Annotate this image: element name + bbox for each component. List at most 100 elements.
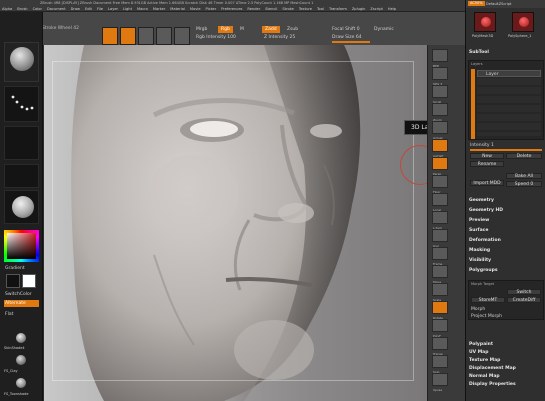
material-slot[interactable]: [4, 190, 39, 224]
material-name-1: SkinShade4: [4, 346, 25, 350]
store-mt-button[interactable]: StoreMT: [471, 297, 505, 303]
bake-all-button[interactable]: Bake All: [506, 173, 542, 179]
shelf-button-move[interactable]: Move: [432, 265, 448, 284]
shelf-button-local[interactable]: Local: [432, 193, 448, 212]
shelf-button-rotate[interactable]: Rotate: [432, 301, 448, 320]
m-button[interactable]: M: [240, 27, 244, 32]
zsub-button[interactable]: Zsub: [287, 27, 298, 32]
secondary-color-swatch[interactable]: [22, 274, 36, 288]
section-deformation[interactable]: Deformation: [469, 238, 501, 243]
shelf-button-transp[interactable]: Transp: [432, 337, 448, 356]
material-sphere-icon: [12, 196, 34, 218]
default-zscript-button[interactable]: DefaultZScript: [486, 2, 511, 7]
section-visibility[interactable]: Visibility: [469, 258, 491, 263]
zadd-button[interactable]: Zadd: [262, 26, 280, 33]
material-thumb-1[interactable]: [16, 333, 26, 343]
left-tray: Gradient SwitchColor Alternate Flat Skin…: [0, 12, 43, 401]
canvas-viewport[interactable]: [44, 45, 427, 401]
rgb-intensity-slider[interactable]: Rgb Intensity 100: [196, 35, 236, 40]
layer-orange-bar: [471, 69, 475, 139]
brush-slot[interactable]: [4, 42, 39, 82]
mrgb-button[interactable]: Mrgb: [196, 27, 207, 32]
speed-slider[interactable]: Speed 0: [506, 181, 542, 187]
shelf-button-gyz[interactable]: Gyz: [432, 229, 448, 248]
alternate-button[interactable]: Alternate: [4, 300, 39, 307]
layer-new-button[interactable]: New: [470, 153, 504, 159]
draw-size-slider[interactable]: Draw Size 64: [332, 35, 362, 40]
rotate-button[interactable]: [174, 27, 190, 45]
material-name-3: FS_Toonshade: [4, 392, 29, 396]
create-diff-button[interactable]: CreateDiff: [507, 297, 541, 303]
section-displacement-map[interactable]: Displacement Map: [469, 366, 516, 371]
shelf-button-l-sym[interactable]: L.Sym: [432, 211, 448, 230]
switch-button[interactable]: Switch: [507, 289, 541, 295]
stroke-dots-icon: [11, 95, 34, 111]
material-thumb-2[interactable]: [16, 355, 26, 365]
section-polygroups[interactable]: Polygroups: [469, 268, 498, 273]
tool-thumb-1[interactable]: [474, 12, 496, 32]
material-swatches: SkinShade4 FS_Clay FS_Toonshade: [4, 330, 39, 397]
brush-sphere-icon: [10, 47, 34, 71]
alpha-slot[interactable]: [4, 126, 39, 160]
shelf-button-aahalf[interactable]: AAHalf: [432, 139, 448, 158]
scale-button[interactable]: [156, 27, 172, 45]
shelf-button-actual[interactable]: Actual: [432, 121, 448, 140]
layer-rename-button[interactable]: Rename: [470, 161, 504, 167]
draw-size-fill: [332, 41, 370, 43]
import-mdd-button[interactable]: Import MDD: [470, 180, 504, 186]
z-intensity-slider[interactable]: Z Intensity 25: [264, 35, 295, 40]
section-preview[interactable]: Preview: [469, 218, 489, 223]
section-normal-map[interactable]: Normal Map: [469, 374, 500, 379]
edit-button[interactable]: [102, 27, 118, 45]
shelf-button-spix-3[interactable]: SPix 3: [432, 67, 448, 86]
tool-palette: AC50% DefaultZScript PolyMesh3D PolySphe…: [465, 0, 545, 401]
focal-shift-slider[interactable]: Focal Shift 0: [332, 27, 360, 32]
morph-target-panel: Morph Target Switch StoreMT CreateDiff M…: [468, 280, 544, 320]
section-display-properties[interactable]: Display Properties: [469, 382, 516, 387]
shelf-button-bpr[interactable]: BPR: [432, 49, 448, 68]
section-polypaint[interactable]: Polypaint: [469, 342, 493, 347]
layer-item-active[interactable]: Layer: [477, 70, 541, 77]
shelf-button-frame[interactable]: Frame: [432, 247, 448, 266]
rgb-button[interactable]: Rgb: [218, 26, 233, 33]
menu-bar: ZBrush 4R8 [DISPLAY] ZBrush Document Fre…: [0, 0, 545, 12]
move-button[interactable]: [138, 27, 154, 45]
section-masking[interactable]: Masking: [469, 248, 490, 253]
morph-slider[interactable]: Morph: [471, 307, 485, 312]
layer-intensity-slider[interactable]: Intensity 1: [470, 143, 494, 148]
shelf-button-xpose[interactable]: Xpose: [432, 373, 448, 392]
layer-delete-button[interactable]: Delete: [506, 153, 542, 159]
shelf-button-zoom[interactable]: Zoom: [432, 103, 448, 122]
project-morph-slider[interactable]: Project Morph: [471, 314, 502, 319]
section-geometry-hd[interactable]: Geometry HD: [469, 208, 503, 213]
dynamic-button[interactable]: Dynamic: [374, 27, 394, 32]
texture-slot[interactable]: [4, 164, 39, 188]
layer-item-name: Layer: [486, 72, 499, 77]
stroke-hint: Stroke Wheel 42: [42, 26, 80, 31]
section-uv-map[interactable]: UV Map: [469, 350, 488, 355]
section-surface[interactable]: Surface: [469, 228, 488, 233]
flat-label: Flat: [5, 312, 14, 317]
section-texture-map[interactable]: Texture Map: [469, 358, 500, 363]
layer-list-empty: [477, 78, 541, 136]
tool-thumb-2[interactable]: [512, 12, 534, 32]
color-picker[interactable]: [4, 230, 39, 262]
shelf-button-floor[interactable]: Floor: [432, 175, 448, 194]
switch-color-button[interactable]: SwitchColor: [5, 292, 32, 297]
gradient-label: Gradient: [5, 266, 25, 271]
shelf-button-polyf[interactable]: PolyF: [432, 319, 448, 338]
ac-button[interactable]: AC50%: [468, 1, 485, 6]
main-color-swatch[interactable]: [6, 274, 20, 288]
shelf-button-scale[interactable]: Scale: [432, 283, 448, 302]
subtool-header[interactable]: SubTool: [469, 50, 489, 55]
shelf-button-scroll[interactable]: Scroll: [432, 85, 448, 104]
stroke-slot[interactable]: [4, 86, 39, 122]
layers-panel: Layers Layer: [468, 60, 544, 140]
material-thumb-3[interactable]: [16, 378, 26, 388]
section-geometry[interactable]: Geometry: [469, 198, 494, 203]
shelf-button-persp[interactable]: Persp: [432, 157, 448, 176]
window-title: ZBrush 4R8 [DISPLAY] ZBrush Document Fre…: [40, 1, 314, 5]
shelf-button-solo[interactable]: Solo: [432, 355, 448, 374]
layer-intensity-fill: [470, 149, 542, 151]
draw-button[interactable]: [120, 27, 136, 45]
